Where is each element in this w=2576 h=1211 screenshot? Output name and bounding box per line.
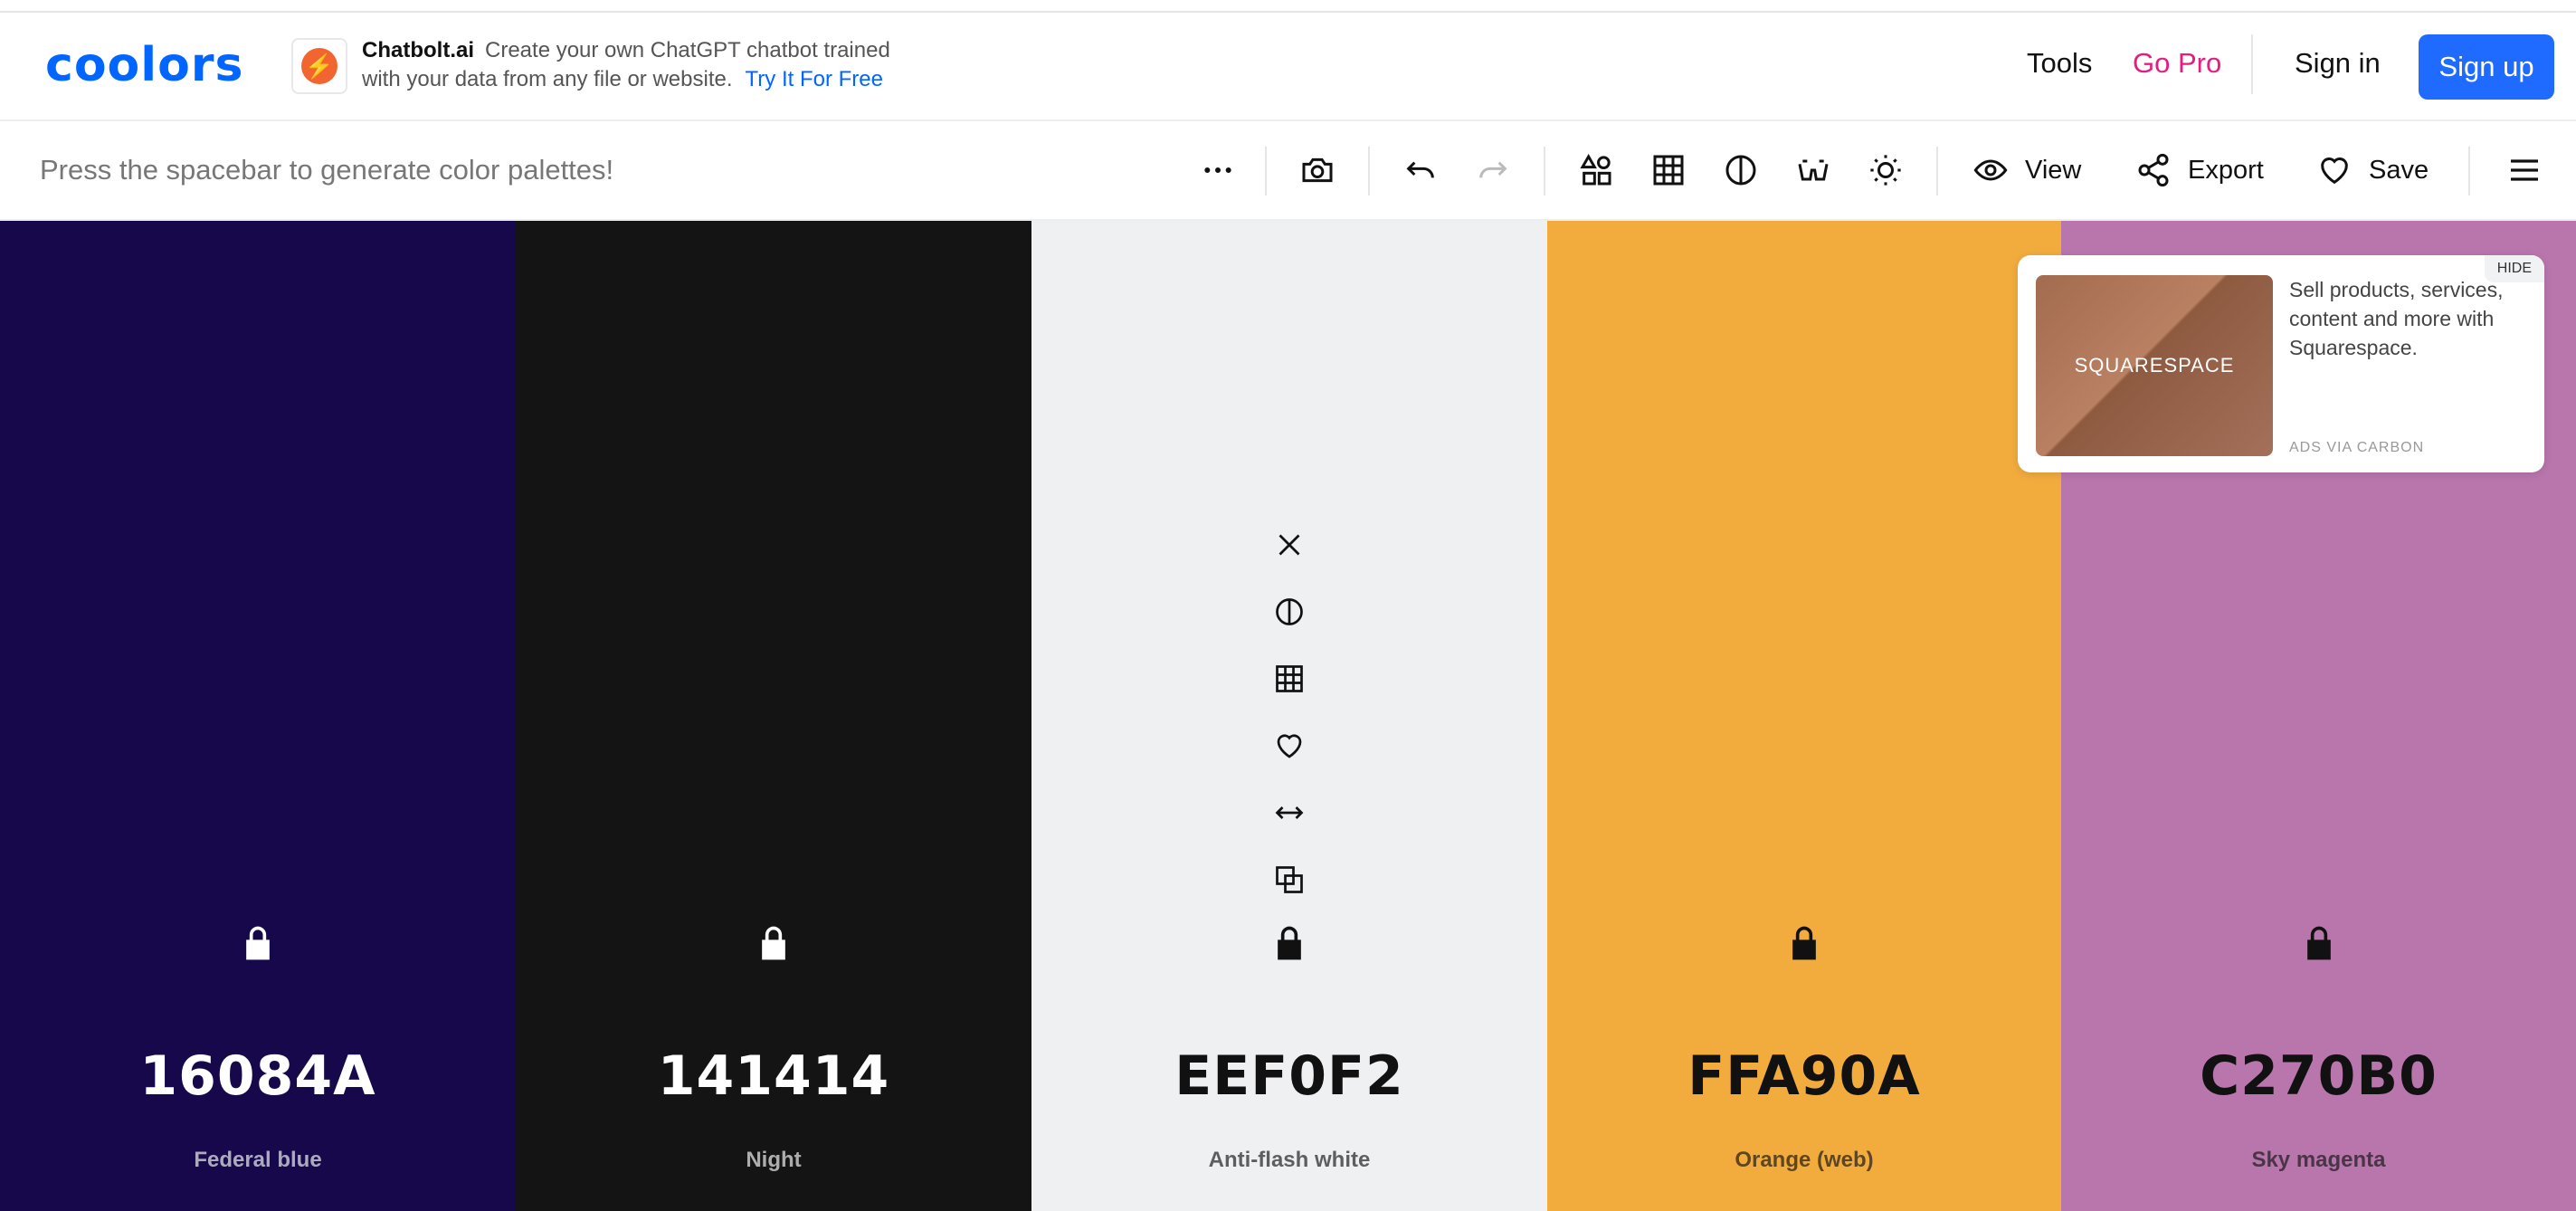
top-border	[0, 0, 2576, 13]
eye-icon	[1973, 159, 2008, 181]
sign-in-link[interactable]: Sign in	[2295, 47, 2381, 80]
toolbar-divider	[1265, 147, 1267, 195]
color-swatch[interactable]: 141414 Night	[516, 221, 1031, 1211]
squarespace-ad-image[interactable]: SQUARESPACE	[2036, 275, 2273, 456]
menu-icon[interactable]	[2503, 148, 2546, 192]
ad-line-1: Create your own ChatGPT chatbot trained	[485, 38, 890, 62]
grid-icon[interactable]	[1647, 148, 1690, 192]
share-icon	[2138, 153, 2169, 187]
save-button[interactable]: Save	[2316, 148, 2429, 192]
swatch-tools	[1269, 525, 1309, 927]
heart-icon	[2321, 157, 2348, 185]
ad-title: Chatbolt.ai	[362, 38, 474, 62]
lock-icon[interactable]	[2299, 923, 2339, 963]
color-hex-code[interactable]: FFA90A	[1547, 1044, 2061, 1108]
color-swatch[interactable]: FFA90A Orange (web)	[1547, 221, 2061, 1211]
color-name[interactable]: Sky magenta	[2061, 1148, 2576, 1173]
carbon-ad[interactable]: SQUARESPACE Sell products, services, con…	[2018, 255, 2544, 472]
lock-icon[interactable]	[238, 923, 278, 963]
chatbolt-ad-icon[interactable]: ⚡	[291, 38, 347, 94]
view-label: View	[2025, 155, 2082, 185]
palette-toolbar: Press the spacebar to generate color pal…	[0, 121, 2576, 221]
color-swatch[interactable]: EEF0F2 Anti-flash white	[1031, 221, 1547, 1211]
close-icon[interactable]	[1269, 525, 1309, 565]
copy-icon[interactable]	[1269, 860, 1309, 900]
lock-icon[interactable]	[1784, 923, 1824, 963]
grid-icon[interactable]	[1269, 659, 1309, 699]
carbon-ad-text[interactable]: Sell products, services, content and mor…	[2289, 275, 2515, 362]
undo-icon[interactable]	[1399, 148, 1442, 192]
heart-icon[interactable]	[1269, 726, 1309, 766]
color-hex-code[interactable]: 16084A	[0, 1044, 516, 1108]
more-dots-icon[interactable]	[1196, 148, 1240, 192]
coolors-logo[interactable]: coolors	[45, 38, 243, 92]
toolbar-divider	[1936, 147, 1938, 195]
hide-ad-button[interactable]: HIDE	[2484, 255, 2544, 282]
top-navigation: coolors ⚡ Chatbolt.ai Create your own Cha…	[0, 13, 2576, 121]
color-name[interactable]: Federal blue	[0, 1148, 516, 1173]
export-button[interactable]: Export	[2135, 148, 2264, 192]
color-name[interactable]: Anti-flash white	[1031, 1148, 1547, 1173]
color-hex-code[interactable]: EEF0F2	[1031, 1044, 1547, 1108]
lock-icon[interactable]	[754, 923, 794, 963]
toolbar-divider	[2468, 147, 2470, 195]
bolt-icon: ⚡	[301, 48, 337, 84]
camera-icon[interactable]	[1296, 148, 1339, 192]
spacebar-hint: Press the spacebar to generate color pal…	[40, 154, 614, 186]
toolbar-divider	[1544, 147, 1545, 195]
contrast-icon[interactable]	[1269, 592, 1309, 632]
color-name[interactable]: Night	[516, 1148, 1031, 1173]
save-label: Save	[2369, 155, 2429, 185]
glasses-icon[interactable]	[1792, 148, 1835, 192]
color-hex-code[interactable]: 141414	[516, 1044, 1031, 1108]
tools-link[interactable]: Tools	[2027, 47, 2092, 80]
toolbar-divider	[1368, 147, 1370, 195]
ad-cta-link[interactable]: Try It For Free	[746, 67, 883, 91]
sign-up-button[interactable]: Sign up	[2419, 34, 2554, 100]
shapes-icon[interactable]	[1574, 148, 1618, 192]
contrast-icon[interactable]	[1719, 148, 1763, 192]
ads-via-carbon[interactable]: ADS VIA CARBON	[2289, 440, 2424, 456]
color-hex-code[interactable]: C270B0	[2061, 1044, 2576, 1108]
lock-icon[interactable]	[1269, 923, 1309, 963]
view-button[interactable]: View	[1972, 148, 2081, 192]
sun-icon[interactable]	[1864, 148, 1907, 192]
redo-icon[interactable]	[1471, 148, 1515, 192]
color-name[interactable]: Orange (web)	[1547, 1148, 2061, 1173]
drag-arrows-icon[interactable]	[1269, 793, 1309, 833]
chatbolt-ad-text[interactable]: Chatbolt.ai Create your own ChatGPT chatb…	[362, 36, 977, 94]
go-pro-link[interactable]: Go Pro	[2133, 47, 2221, 80]
export-label: Export	[2188, 155, 2264, 185]
ad-line-2: with your data from any file or website.	[362, 67, 733, 91]
color-swatch[interactable]: 16084A Federal blue	[0, 221, 516, 1211]
nav-divider	[2251, 34, 2253, 94]
